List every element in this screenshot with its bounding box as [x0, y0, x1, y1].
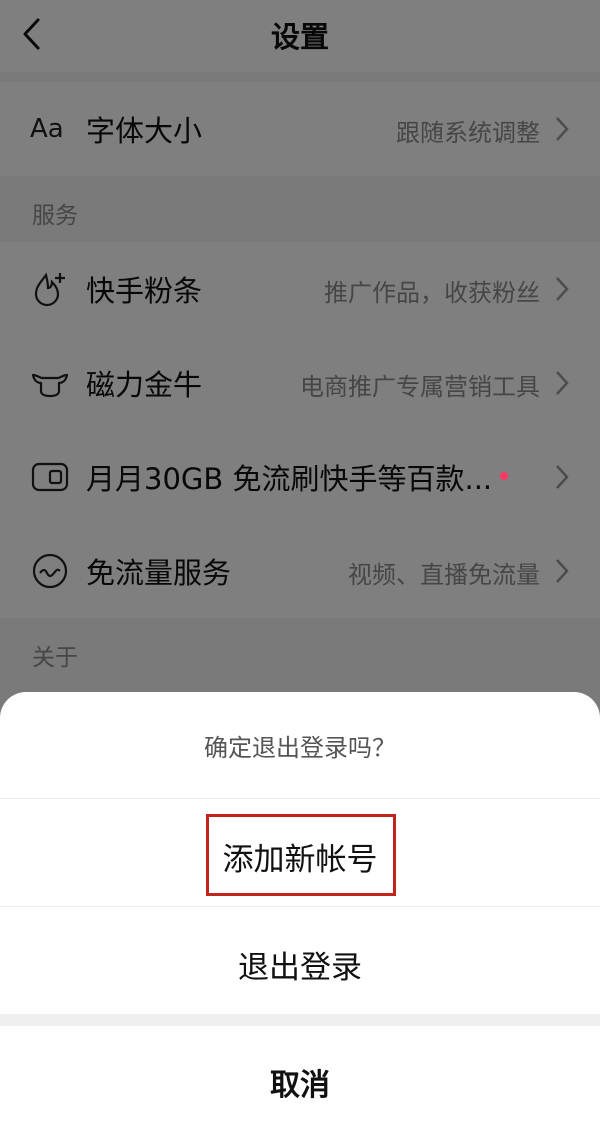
sheet-prompt: 确定退出登录吗？	[204, 734, 396, 762]
watermark-brand: Bai 经验	[456, 1076, 550, 1101]
watermark-logo: Bai 经验 jingyan.baidu.com	[456, 1062, 567, 1120]
watermark-site: jingyan.baidu.com	[456, 1104, 567, 1118]
logout-button[interactable]: 退出登录	[0, 942, 600, 987]
red-dot-badge	[500, 472, 508, 480]
highlight-box	[206, 814, 396, 896]
divider	[0, 798, 600, 799]
sheet-gap	[0, 1014, 600, 1026]
divider	[0, 906, 600, 907]
